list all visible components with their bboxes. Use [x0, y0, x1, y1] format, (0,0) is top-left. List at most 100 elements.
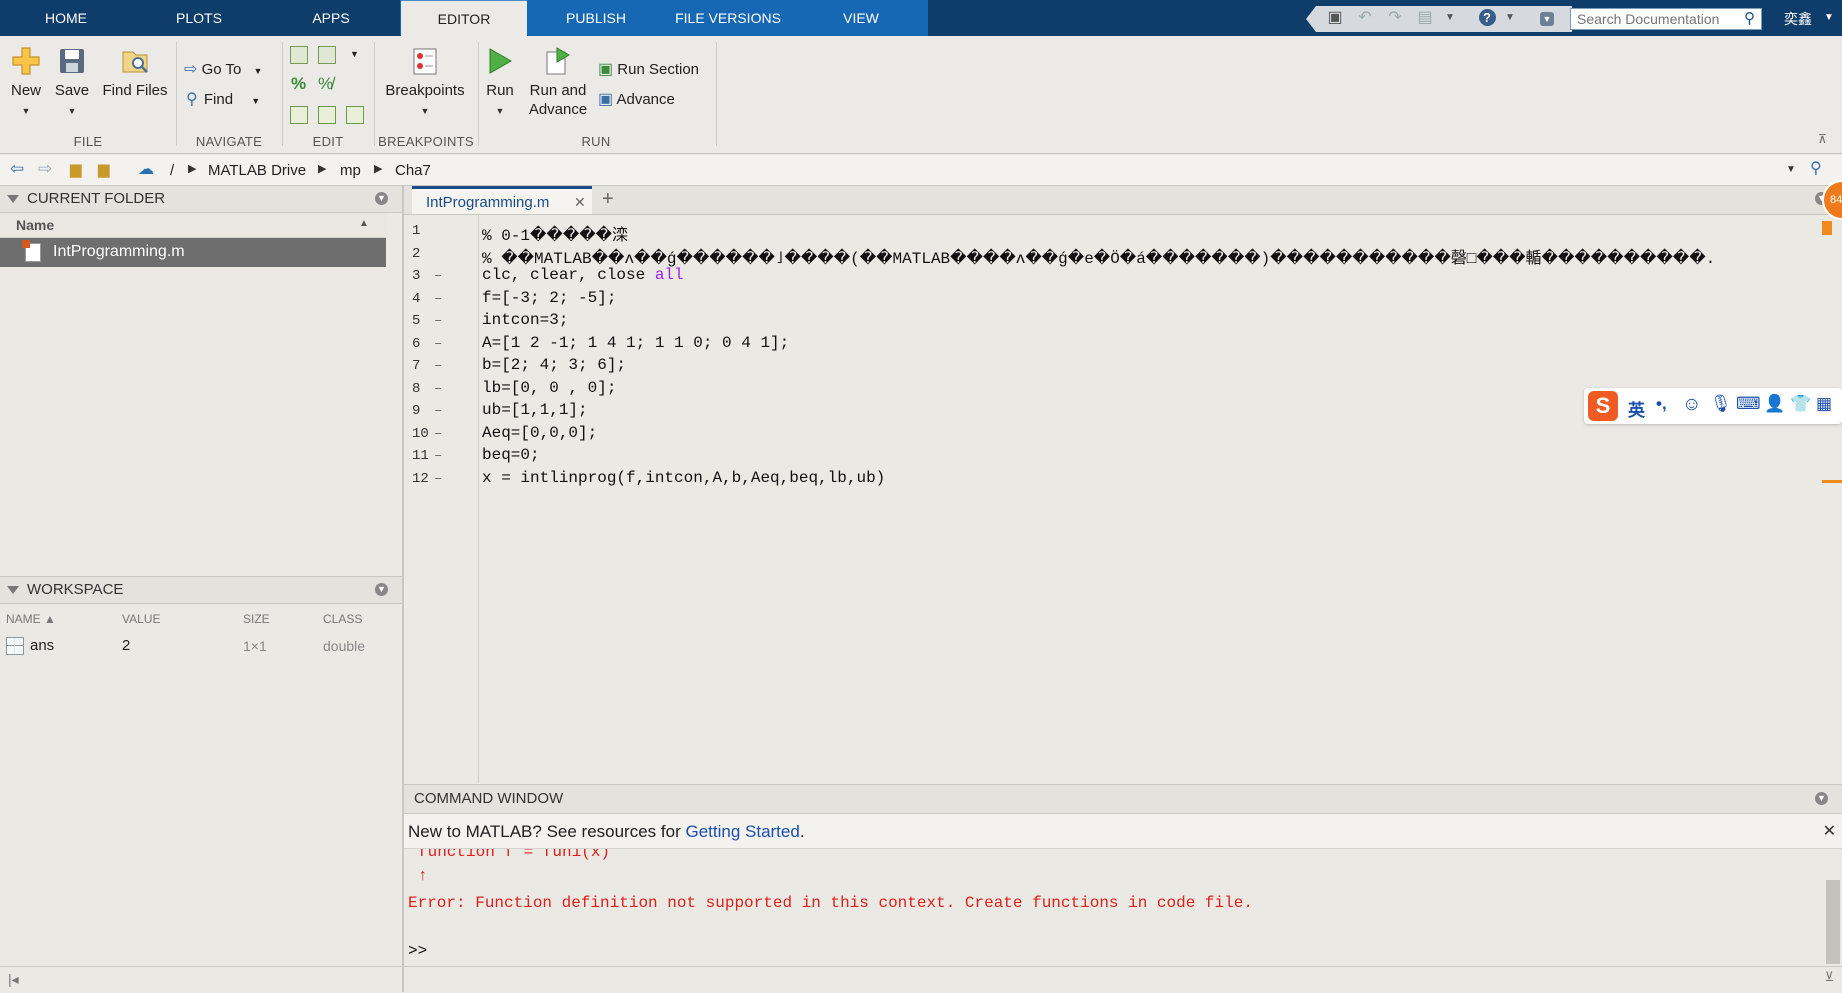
find-files-button[interactable]: Find Files [100, 46, 170, 100]
skin-shirt-icon[interactable]: 👕 [1790, 394, 1811, 414]
tab-file-versions[interactable]: FILE VERSIONS [672, 0, 784, 36]
code-line[interactable]: f=[-3; 2; -5]; [482, 289, 616, 307]
run-button[interactable]: Run ▼ [482, 46, 518, 121]
breadcrumb-matlab-drive[interactable]: MATLAB Drive [208, 162, 306, 179]
run-and-advance-button[interactable]: Run and Advance [526, 46, 590, 119]
breakpoint-marker[interactable]: – [434, 381, 442, 397]
breakpoint-marker[interactable]: – [434, 313, 442, 329]
command-window-output[interactable]: function f = fun1(x) ↑ Error: Function d… [404, 849, 1824, 965]
comment-icon[interactable]: % [291, 74, 306, 94]
command-prompt[interactable]: >> [408, 942, 427, 960]
increase-indent-icon[interactable] [346, 106, 364, 124]
code-line[interactable]: Aeq=[0,0,0]; [482, 424, 597, 442]
search-folder-icon[interactable]: ⚲ [1810, 158, 1822, 178]
code-line[interactable]: b=[2; 4; 3; 6]; [482, 356, 626, 374]
wrap-comments-icon[interactable] [290, 106, 308, 124]
status-collapse-icon[interactable]: |◂ [8, 971, 19, 988]
breakpoints-button[interactable]: Breakpoints ▼ [382, 46, 468, 121]
keyboard-icon[interactable]: ⌨ [1736, 394, 1761, 414]
tab-plots[interactable]: PLOTS [158, 0, 240, 36]
workspace-row[interactable]: ans 2 1×1 double [0, 634, 402, 658]
run-section-button[interactable]: ▣ Run Section [598, 59, 699, 81]
toolbox-grid-icon[interactable]: ▦ [1816, 394, 1832, 414]
code-analyzer-indicator[interactable] [1822, 221, 1832, 235]
go-to-button[interactable]: ⇨ Go To ▼ [184, 59, 262, 81]
decrease-indent-icon[interactable] [318, 106, 336, 124]
save-icon[interactable]: ▣ [1326, 9, 1344, 27]
code-line[interactable]: ub=[1,1,1]; [482, 401, 588, 419]
insert-icon[interactable] [290, 46, 308, 64]
search-icon[interactable]: ⚲ [1744, 11, 1760, 27]
panel-actions-icon[interactable]: ▼ [375, 583, 388, 596]
tab-publish[interactable]: PUBLISH [555, 0, 637, 36]
close-banner-icon[interactable]: ✕ [1823, 821, 1836, 841]
breakpoint-marker[interactable]: – [434, 448, 442, 464]
tab-home[interactable]: HOME [26, 0, 106, 36]
cloud-drive-icon[interactable]: ☁ [138, 159, 154, 179]
undo-icon[interactable]: ↶ [1356, 9, 1374, 27]
emoji-icon[interactable]: ☺ [1682, 394, 1701, 416]
redo-icon[interactable]: ↷ [1386, 9, 1404, 27]
code-line[interactable]: % ��MATLAB��ʌ��ǵ������˩����(��MATLAB����… [482, 244, 1715, 268]
community-icon[interactable]: ▼ [1538, 9, 1556, 27]
command-window-actions-icon[interactable]: ▼ [1815, 792, 1828, 805]
breakpoint-marker[interactable]: – [434, 268, 442, 284]
chevron-down-icon[interactable]: ▼ [350, 49, 359, 59]
code-line[interactable]: clc, clear, close all [482, 266, 684, 284]
workspace-col-value[interactable]: VALUE [122, 612, 160, 626]
ime-lang-toggle[interactable]: 英 [1628, 396, 1645, 421]
breadcrumb-cha7[interactable]: Cha7 [395, 162, 431, 179]
help-icon[interactable]: ? [1478, 9, 1496, 27]
new-button[interactable]: New ▼ [6, 46, 46, 121]
file-row-selected[interactable]: IntProgramming.m [0, 238, 386, 267]
add-tab-button[interactable]: + [602, 188, 614, 211]
uncomment-icon[interactable]: %̸ [318, 74, 333, 94]
fx-icon[interactable] [318, 46, 336, 64]
back-arrow-icon[interactable]: ⇦ [10, 159, 24, 179]
path-dropdown-chevron-icon[interactable]: ▼ [1786, 164, 1796, 175]
microphone-icon[interactable]: 🎙 [1710, 394, 1732, 414]
tab-editor[interactable]: EDITOR [401, 0, 527, 37]
user-assist-icon[interactable]: 👤 [1764, 394, 1785, 414]
user-name[interactable]: 奕鑫 [1784, 9, 1812, 29]
breakpoint-marker[interactable]: – [434, 403, 442, 419]
code-line[interactable]: beq=0; [482, 446, 540, 464]
collapse-triangle-icon[interactable] [7, 195, 19, 204]
breakpoint-marker[interactable]: – [434, 426, 442, 442]
chevron-down-icon[interactable]: ▼ [1501, 9, 1519, 27]
sogou-logo-icon[interactable]: S [1588, 391, 1618, 421]
collapse-triangle-icon[interactable] [7, 586, 19, 595]
warning-marker[interactable] [1822, 480, 1842, 483]
forward-arrow-icon[interactable]: ⇨ [38, 159, 52, 179]
chevron-down-icon[interactable]: ▼ [1441, 9, 1459, 27]
command-window-scrollbar[interactable] [1826, 880, 1840, 964]
breakpoint-marker[interactable]: – [434, 358, 442, 374]
user-menu-chevron-icon[interactable]: ▼ [1824, 12, 1834, 23]
folder-column-header[interactable]: Name ▲ [0, 213, 386, 238]
breakpoint-marker[interactable]: – [434, 471, 442, 487]
save-button[interactable]: Save ▼ [52, 46, 92, 121]
advance-button[interactable]: ▣ Advance [598, 89, 675, 111]
breakpoint-marker[interactable]: – [434, 291, 442, 307]
up-folder-icon[interactable]: ▆ [70, 160, 82, 178]
close-tab-icon[interactable]: ✕ [574, 194, 586, 211]
collapse-toolstrip-icon[interactable]: ⊼ [1818, 132, 1827, 146]
workspace-col-size[interactable]: SIZE [243, 612, 270, 626]
code-line[interactable]: x = intlinprog(f,intcon,A,b,Aeq,beq,lb,u… [482, 469, 885, 487]
workspace-col-class[interactable]: CLASS [323, 612, 362, 626]
code-line[interactable]: A=[1 2 -1; 1 4 1; 1 1 0; 0 4 1]; [482, 334, 789, 352]
panel-actions-icon[interactable]: ▼ [375, 192, 388, 205]
code-line[interactable]: intcon=3; [482, 311, 568, 329]
code-line[interactable]: % 0-1�����滦 [482, 221, 628, 245]
search-documentation-input[interactable] [1570, 8, 1762, 30]
tab-apps[interactable]: APPS [291, 0, 371, 36]
workspace-col-name[interactable]: NAME ▲ [6, 612, 56, 626]
ime-punct-toggle[interactable]: •, [1656, 394, 1667, 414]
code-line[interactable]: lb=[0, 0 , 0]; [482, 379, 616, 397]
breakpoint-marker[interactable]: – [434, 336, 442, 352]
expand-icon[interactable]: ⊻ [1824, 969, 1834, 985]
path-root[interactable]: / [170, 162, 174, 179]
browse-folder-icon[interactable]: ▆ [98, 160, 110, 178]
breadcrumb-mp[interactable]: mp [340, 162, 361, 179]
getting-started-link[interactable]: Getting Started [685, 822, 799, 841]
